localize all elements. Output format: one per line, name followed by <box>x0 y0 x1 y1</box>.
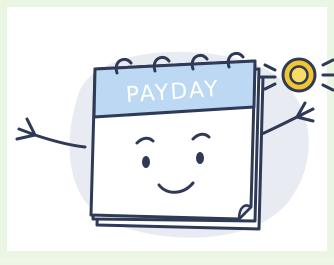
left-eye <box>142 156 150 168</box>
right-eye <box>196 152 204 164</box>
payday-calendar-illustration: PAYDAY <box>15 51 334 238</box>
coin-icon <box>281 57 317 93</box>
illustration-frame: PAYDAY <box>0 0 334 258</box>
